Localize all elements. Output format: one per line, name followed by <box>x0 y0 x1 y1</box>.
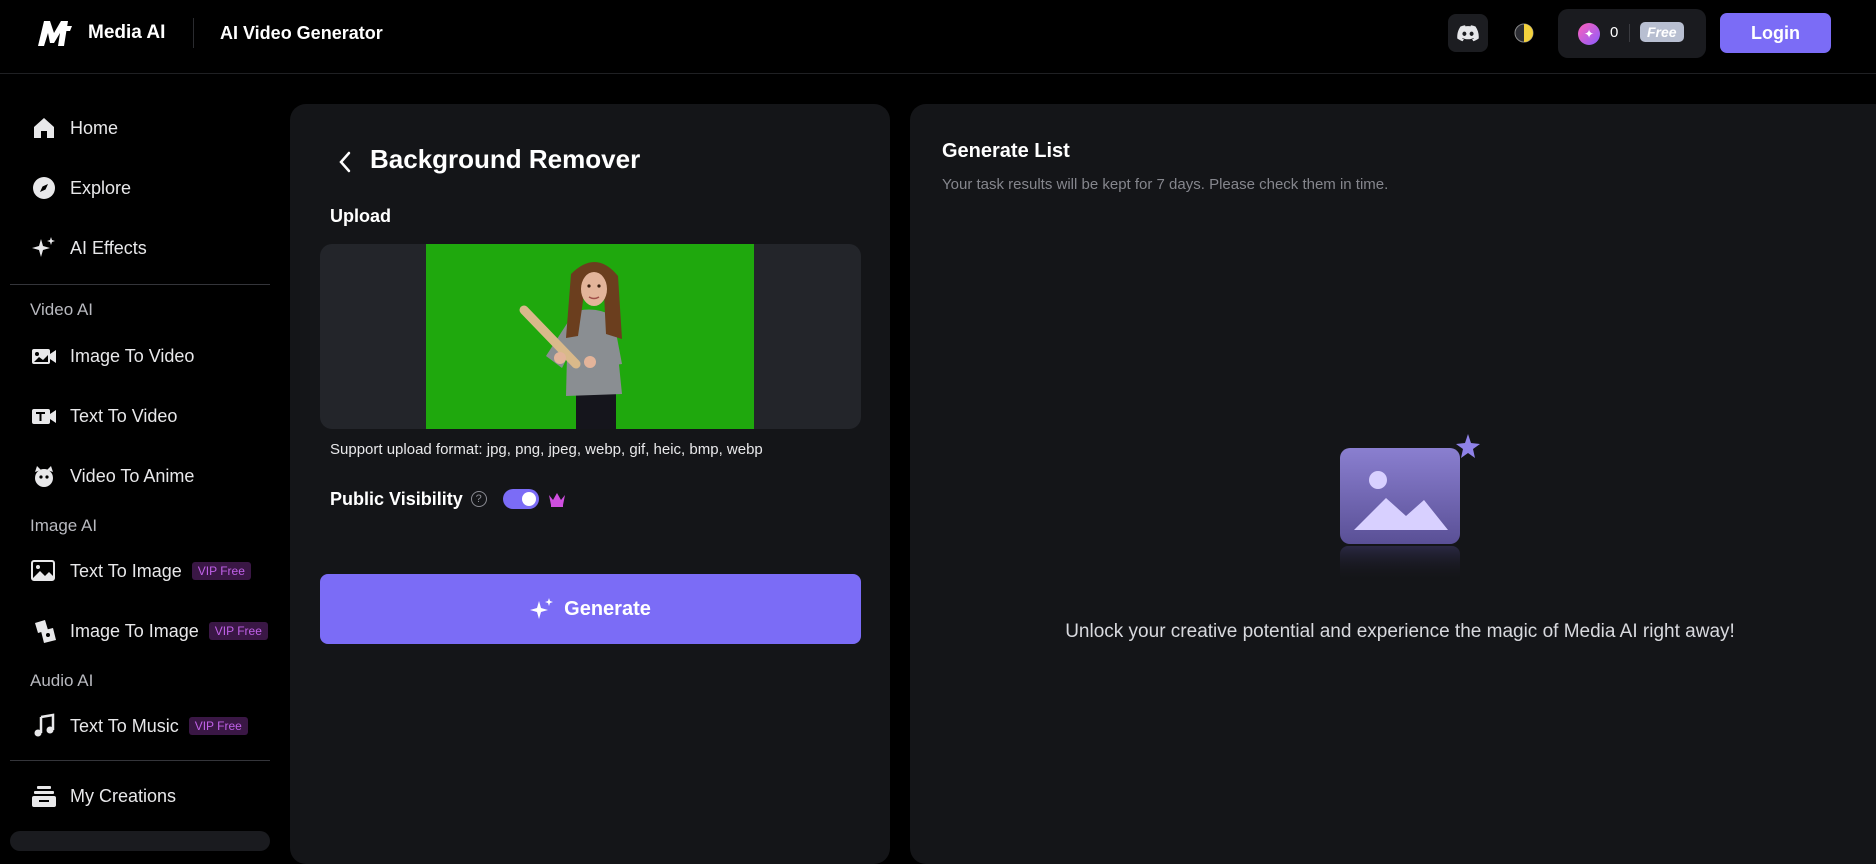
text-video-icon <box>30 402 58 430</box>
theme-toggle-button[interactable] <box>1504 14 1544 52</box>
sidebar-item-text-to-video[interactable]: Text To Video <box>30 396 177 436</box>
uploaded-image-preview <box>426 244 754 429</box>
tool-title: Background Remover <box>370 144 641 174</box>
upload-label: Upload <box>330 206 391 226</box>
upload-format-note: Support upload format: jpg, png, jpeg, w… <box>330 441 763 458</box>
stack-icon <box>30 782 58 810</box>
generate-button[interactable]: Generate <box>320 574 861 644</box>
sidebar-item-label: Text To Video <box>70 405 178 426</box>
text-image-icon <box>30 557 58 585</box>
sidebar-bottom-card <box>10 831 270 851</box>
discord-button[interactable] <box>1448 14 1488 52</box>
login-button[interactable]: Login <box>1720 13 1831 53</box>
generate-label: Generate <box>564 597 651 620</box>
compass-icon <box>30 174 58 202</box>
help-icon[interactable]: ? <box>470 491 487 507</box>
image-image-icon <box>30 617 58 645</box>
sidebar-item-explore[interactable]: Explore <box>30 168 131 208</box>
logo-icon <box>38 21 72 46</box>
sidebar: Home Explore AI Effects Video AI Image T… <box>0 74 280 839</box>
header-page-title: AI Video Generator <box>220 23 383 43</box>
sidebar-item-label: Explore <box>70 177 132 198</box>
sidebar-item-video-to-anime[interactable]: Video To Anime <box>30 456 194 496</box>
vip-free-badge: VIP Free <box>188 717 248 735</box>
vip-free-badge: VIP Free <box>208 622 268 640</box>
public-visibility-row: Public Visibility ? <box>330 486 567 512</box>
sidebar-item-label: Video To Anime <box>70 465 195 486</box>
section-label-video-ai: Video AI <box>30 300 94 319</box>
sidebar-item-text-to-image[interactable]: Text To Image VIP Free <box>30 551 251 591</box>
anime-icon <box>30 462 58 490</box>
sidebar-divider <box>10 284 270 285</box>
generate-list-subtitle: Your task results will be kept for 7 day… <box>942 176 1389 193</box>
header-divider <box>193 18 194 48</box>
tool-panel: Background Remover Upload Support upload… <box>290 104 890 864</box>
top-bar: Media AI AI Video Generator ✦ 0 Free Log… <box>0 0 1876 74</box>
public-visibility-toggle[interactable] <box>502 489 539 509</box>
sidebar-item-label: Image To Video <box>70 345 195 366</box>
vip-free-badge: VIP Free <box>191 562 251 580</box>
sidebar-item-image-to-video[interactable]: Image To Video <box>30 336 194 376</box>
sidebar-item-label: My Creations <box>70 785 177 806</box>
sidebar-divider <box>10 760 270 761</box>
credit-gem-icon: ✦ <box>1578 23 1600 45</box>
music-icon <box>30 712 58 740</box>
sidebar-item-label: AI Effects <box>70 237 147 258</box>
crown-icon <box>547 489 567 509</box>
sidebar-item-image-to-image[interactable]: Image To Image VIP Free <box>30 611 268 651</box>
empty-state-image-icon <box>1340 424 1500 584</box>
credit-count: 0 <box>1610 24 1619 41</box>
back-button[interactable] <box>332 144 358 180</box>
section-label-audio-ai: Audio AI <box>30 671 94 690</box>
generate-list-title: Generate List <box>942 140 1070 162</box>
public-visibility-label: Public Visibility <box>330 488 463 509</box>
sidebar-item-label: Home <box>70 117 119 138</box>
sidebar-item-my-creations[interactable]: My Creations <box>30 776 176 816</box>
plan-badge: Free <box>1640 22 1684 42</box>
section-label-image-ai: Image AI <box>30 516 98 535</box>
upload-area[interactable] <box>320 244 861 429</box>
home-icon <box>30 114 58 142</box>
woman-greenscreen-image <box>426 244 754 429</box>
image-video-icon <box>30 342 58 370</box>
sidebar-item-label: Image To Image <box>70 620 199 641</box>
brand-name: Media AI <box>88 22 166 43</box>
half-moon-icon <box>1514 23 1534 43</box>
sparkles-icon <box>30 234 58 262</box>
chevron-left-icon <box>339 151 351 173</box>
credits-separator <box>1629 24 1630 42</box>
credits-box[interactable]: ✦ 0 Free <box>1558 9 1706 58</box>
sidebar-item-label: Text To Image <box>70 560 182 581</box>
sidebar-item-ai-effects[interactable]: AI Effects <box>30 228 147 268</box>
sidebar-item-label: Text To Music <box>70 715 179 736</box>
media-ai-logo[interactable] <box>30 12 80 54</box>
generate-list-panel: Generate List Your task results will be … <box>910 104 1876 864</box>
sidebar-item-home[interactable]: Home <box>30 108 118 148</box>
sparkles-icon <box>530 597 554 621</box>
discord-icon <box>1457 24 1479 41</box>
empty-state-message: Unlock your creative potential and exper… <box>1065 621 1735 642</box>
sidebar-item-text-to-music[interactable]: Text To Music VIP Free <box>30 706 248 746</box>
